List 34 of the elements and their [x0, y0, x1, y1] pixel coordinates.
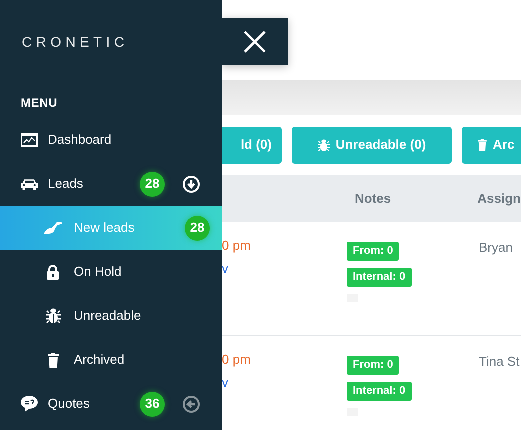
close-button[interactable]: [222, 18, 288, 65]
submenu-item[interactable]: Unreadable: [0, 294, 222, 338]
count-badge: 28: [140, 172, 165, 196]
time-text: 0 pm: [222, 351, 251, 369]
link-text[interactable]: v: [222, 372, 228, 392]
bug-icon: [318, 138, 330, 152]
time-text: 0 pm: [222, 237, 251, 255]
trash-icon: [48, 352, 58, 368]
assignee-text: Tina St: [479, 354, 520, 369]
close-icon: [243, 30, 267, 54]
note-badge: From: 0: [347, 242, 400, 261]
trash-icon: [478, 139, 487, 151]
note-badge: From: 0: [347, 356, 400, 375]
submenu-item[interactable]: On Hold: [0, 250, 222, 294]
submenu-item[interactable]: Archived: [0, 338, 222, 382]
logo: CRONETIC: [22, 32, 129, 52]
bug-icon: [46, 308, 60, 324]
menu-item[interactable]: Dashboard: [0, 118, 222, 162]
column-header: Notes: [355, 190, 392, 206]
count-badge: 36: [140, 392, 165, 416]
link-text[interactable]: v: [222, 258, 228, 278]
count-badge: 28: [185, 216, 210, 240]
menu-item[interactable]: Leads 28: [0, 162, 222, 206]
menu-item[interactable]: Quotes 36: [0, 382, 222, 426]
brush-icon: [44, 222, 62, 234]
note-badge: Internal: 0: [347, 268, 412, 287]
menu-heading: MENU: [21, 95, 58, 112]
assignee-text: Bryan: [479, 240, 513, 255]
lock-icon: [47, 264, 59, 280]
column-header: Assign: [478, 190, 521, 206]
note-badge: Internal: 0: [347, 382, 412, 401]
car-icon: [21, 178, 38, 190]
monitor-icon: [21, 133, 38, 147]
speech-bubble-icon: [21, 396, 38, 412]
